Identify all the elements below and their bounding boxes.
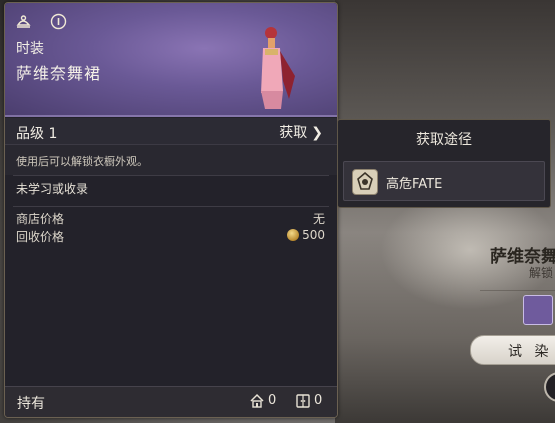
item-category: 时装 [16,41,44,57]
shop-price-label: 商店价格 [16,212,65,226]
outfit-preview-figure [261,27,295,109]
grade-row: 品级 1 获取 ❯ [5,118,337,145]
acquisition-entry[interactable]: 高危FATE [343,161,545,201]
sell-price-label: 回收价格 [16,230,65,244]
house-icon [250,393,264,408]
acquisition-panel: 获取途径 高危FATE [337,119,551,208]
side-divider [480,290,555,291]
hold-label: 持有 [17,396,45,412]
item-header: 时装 萨维奈舞裙 [5,3,337,117]
chevron-right-icon: ❯ [311,125,323,141]
side-item-thumbnail[interactable] [523,295,553,325]
gil-coin-icon [287,229,300,241]
item-tooltip-panel: 时装 萨维奈舞裙 品级 1 获取 ❯ 使用后可以解锁衣橱外观。 未学习或收录 商店… [4,2,338,418]
divider [13,206,329,207]
try-on-label: 试 染 [508,344,553,360]
holdings-footer: 持有 0 0 [5,386,337,417]
learn-status: 未学习或收录 [16,182,89,196]
item-description: 使用后可以解锁衣橱外观。 [16,155,148,168]
acquisition-title: 获取途径 [416,132,472,148]
armoire-count: 0 [314,393,323,408]
info-icon [50,13,67,30]
obtain-button[interactable]: 获取 ❯ [279,122,323,142]
wardrobe-icon [16,15,31,28]
divider [13,175,329,176]
fate-icon [352,169,378,195]
side-unlock-text: 解锁 [529,266,554,280]
description-area: 使用后可以解锁衣橱外观。 [5,145,337,175]
armoire-icon [296,394,310,408]
house-count: 0 [268,393,277,408]
try-on-button[interactable]: 试 染 [470,335,555,365]
sell-price: 500 [287,228,325,242]
shop-price-value: 无 [312,212,325,226]
sell-price-value: 500 [302,228,325,242]
acquisition-entry-label: 高危FATE [386,177,443,192]
item-grade: 品级 1 [16,126,58,142]
obtain-label: 获取 [279,125,308,141]
item-name: 萨维奈舞裙 [16,64,102,83]
